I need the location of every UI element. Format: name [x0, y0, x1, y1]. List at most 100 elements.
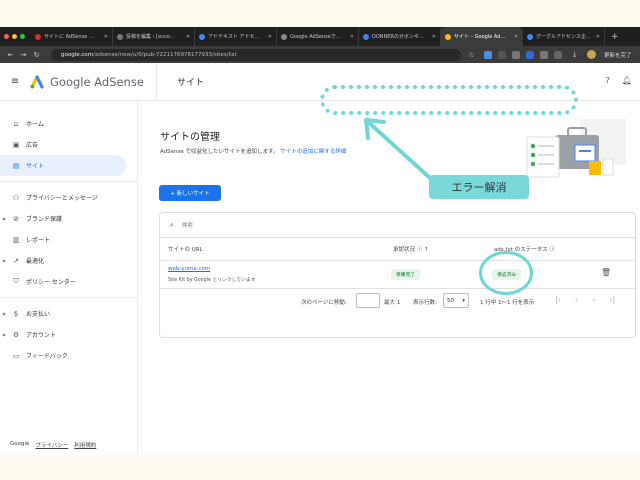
browser-tab[interactable]: アドテキスト アドセ… ✕ — [195, 27, 277, 46]
url-host: google.com — [61, 51, 94, 58]
block-icon: ⊘ — [13, 214, 19, 223]
sidebar-item-account[interactable]: ▶ ⚙ アカウント — [0, 324, 137, 345]
tab-label: グーグルアドセンス企… — [536, 34, 591, 40]
tab-close-icon[interactable]: ✕ — [594, 34, 600, 40]
delete-trash-icon[interactable]: 🗑︎ — [601, 268, 611, 277]
highlight-dotted-box — [320, 85, 578, 115]
help-icon[interactable]: ? — [606, 76, 610, 85]
download-icon[interactable]: ⤓ — [568, 50, 581, 59]
sidebar-item-sites[interactable]: ▤ サイト — [0, 155, 126, 176]
next-page-icon[interactable]: › — [592, 295, 595, 304]
search-input[interactable]: 検索 — [182, 221, 193, 229]
tab-favicon-icon — [281, 33, 287, 40]
expand-caret-icon: ▶ — [3, 311, 7, 316]
browser-tab[interactable]: 投稿を編集 ‹ [ecco… ✕ — [113, 27, 195, 46]
tab-favicon-icon — [445, 33, 451, 40]
tab-label: 投稿を編集 ‹ [ecco… — [126, 34, 175, 40]
sidebar-item-label: ホーム — [26, 121, 44, 128]
sidebar-item-policy-center[interactable]: ⛉ ポリシー センター — [0, 271, 137, 292]
maximize-window-icon[interactable] — [20, 34, 25, 39]
report-icon: ▥ — [12, 235, 20, 244]
sites-table-card: ⌕ 検索 サイトの URL 承認状況 ⓘ ↑ ads.txt のステータス ⓘ … — [159, 212, 636, 338]
reload-icon[interactable]: ↻ — [30, 51, 43, 59]
description-text: AdSense で収益化したいサイトを追加します。 — [160, 149, 279, 155]
new-site-button[interactable]: + 新しいサイト — [159, 185, 221, 201]
sidebar-item-label: プライバシーとメッセージ — [26, 195, 98, 202]
expand-caret-icon: ▶ — [3, 332, 7, 337]
page-number-input[interactable] — [356, 293, 380, 308]
tab-close-icon[interactable]: ✕ — [430, 34, 436, 40]
menu-icon[interactable]: ≡ — [0, 76, 30, 87]
search-icon: ⌕ — [170, 220, 174, 229]
tab-label: DONNERのガボンギ… — [372, 34, 424, 40]
tab-close-icon[interactable]: ✕ — [102, 34, 108, 40]
payment-icon: $ — [13, 309, 19, 318]
bookmark-star-icon[interactable]: ☆ — [465, 51, 478, 59]
last-page-icon[interactable]: ›| — [609, 295, 615, 304]
sidebar-item-label: サイト — [26, 163, 45, 170]
extension-icon[interactable] — [484, 50, 492, 59]
page-title: サイトの管理 — [160, 132, 220, 143]
sidebar-item-payments[interactable]: ▶ $ お支払い — [0, 303, 137, 324]
pagination: 次のページに移動: 最大 1 表示行数: 50 ▾ 1 行中 1〜1 行を表示 … — [160, 289, 635, 315]
new-tab-icon[interactable]: + — [611, 32, 619, 42]
site-url-link[interactable]: web-yuma.com — [168, 266, 210, 272]
sidebar-item-privacy[interactable]: ⚇ プライバシーとメッセージ — [0, 187, 137, 208]
rows-per-page-select[interactable]: 50 ▾ — [443, 293, 469, 308]
sidebar-item-optimize[interactable]: ▶ ↗ 最適化 — [0, 250, 137, 271]
close-window-icon[interactable] — [4, 34, 9, 39]
sidebar-item-feedback[interactable]: ▭ フィードバック — [0, 345, 137, 366]
tab-close-icon[interactable]: ✕ — [184, 34, 190, 40]
learn-more-link[interactable]: サイトの追加に関する詳細 — [280, 149, 346, 155]
sites-illustration — [526, 119, 626, 178]
sidebar-item-label: ポリシー センター — [26, 279, 76, 286]
privacy-link[interactable]: プライバシー — [35, 441, 68, 449]
extension-icon[interactable] — [526, 50, 534, 59]
sidebar-item-label: 広告 — [26, 142, 39, 149]
tab-favicon-icon — [527, 33, 533, 40]
column-header-url[interactable]: サイトの URL — [168, 245, 203, 253]
sidebar-item-reports[interactable]: ▥ レポート — [0, 229, 137, 250]
tab-close-icon[interactable]: ✕ — [266, 34, 272, 40]
avatar[interactable] — [587, 50, 596, 59]
extension-icon[interactable] — [512, 50, 520, 59]
tab-close-icon[interactable]: ✕ — [512, 34, 518, 40]
profile-update-label[interactable]: 更新を完了 — [604, 51, 632, 59]
minimize-window-icon[interactable] — [12, 34, 17, 39]
browser-tab[interactable]: サイトに AdSense … ✕ — [31, 27, 113, 46]
sidebar-item-label: ブランド保護 — [26, 216, 63, 223]
address-bar[interactable]: google.com /adsense/new/u/0/pub-72211769… — [51, 48, 461, 61]
browser-toolbar: ← → ↻ google.com /adsense/new/u/0/pub-72… — [0, 46, 640, 63]
sidebar-item-label: レポート — [26, 237, 51, 244]
sidebar-item-brand-safety[interactable]: ▶ ⊘ ブランド保護 — [0, 208, 137, 229]
url-path: /adsense/new/u/0/pub-7221176978177933/si… — [93, 51, 237, 58]
browser-tab[interactable]: グーグルアドセンス企… ✕ — [523, 27, 605, 46]
goto-page-label: 次のページに移動: — [301, 300, 347, 306]
forward-icon[interactable]: → — [17, 51, 30, 59]
extensions-puzzle-icon[interactable] — [554, 50, 562, 59]
terms-link[interactable]: 利用規約 — [74, 441, 96, 449]
notifications-bell-icon[interactable]: 🔔︎ — [622, 76, 632, 85]
table-row: web-yuma.com Site Kit by Google とリンクしていま… — [160, 261, 635, 289]
extension-icon[interactable] — [498, 50, 506, 59]
search-bar[interactable]: ⌕ 検索 — [160, 213, 635, 238]
browser-tab[interactable]: サイト – Google Ad… ✕ — [441, 27, 523, 46]
sidebar: ⌂ ホーム ▣ 広告 ▤ サイト ⚇ プライバシーとメッセージ ▶ ⊘ ブランド… — [0, 101, 138, 455]
sidebar-item-home[interactable]: ⌂ ホーム — [0, 113, 137, 134]
expand-caret-icon: ▶ — [3, 258, 7, 263]
column-header-status[interactable]: 承認状況 ⓘ ↑ — [393, 245, 429, 253]
row-range-label: 1 行中 1〜1 行を表示 — [480, 300, 535, 306]
previous-page-icon[interactable]: ‹ — [575, 295, 578, 304]
first-page-icon[interactable]: |‹ — [555, 295, 561, 304]
extension-icon[interactable] — [540, 50, 548, 59]
home-icon: ⌂ — [13, 119, 19, 128]
expand-caret-icon: ▶ — [3, 216, 7, 221]
browser-tab[interactable]: DONNERのガボンギ… ✕ — [359, 27, 441, 46]
privacy-icon: ⚇ — [12, 193, 20, 202]
tab-close-icon[interactable]: ✕ — [348, 34, 354, 40]
sidebar-item-ads[interactable]: ▣ 広告 — [0, 134, 137, 155]
tab-favicon-icon — [35, 33, 41, 40]
back-icon[interactable]: ← — [4, 51, 17, 59]
adsense-logo-icon — [30, 74, 44, 89]
browser-tab[interactable]: Google AdSenseで… ✕ — [277, 27, 359, 46]
